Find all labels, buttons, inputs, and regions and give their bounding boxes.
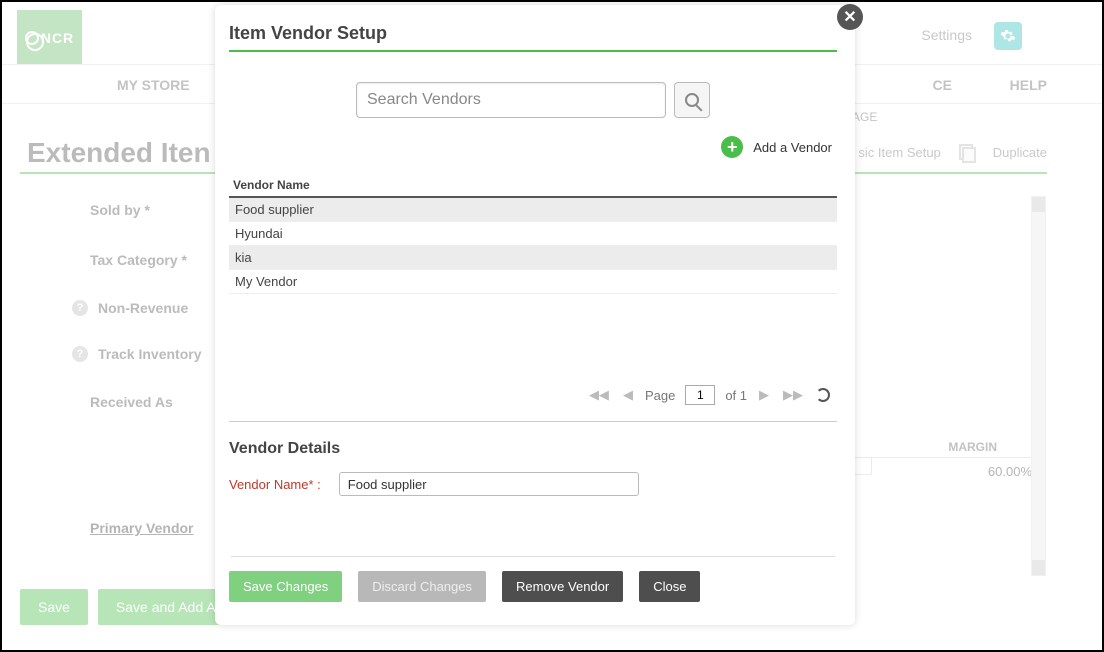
primary-vendor-link[interactable]: Primary Vendor bbox=[90, 520, 194, 536]
modal-separator bbox=[231, 556, 835, 557]
duplicate-link[interactable]: Duplicate bbox=[993, 145, 1047, 160]
close-button[interactable]: Close bbox=[639, 571, 700, 602]
basic-item-setup-link[interactable]: sic Item Setup bbox=[858, 145, 940, 160]
save-button[interactable]: Save bbox=[20, 589, 88, 625]
search-button[interactable] bbox=[674, 82, 710, 118]
gear-icon[interactable] bbox=[994, 22, 1022, 50]
nav-my-store[interactable]: MY STORE bbox=[117, 77, 190, 93]
page-title: Extended Iten bbox=[27, 137, 211, 169]
nav-help[interactable]: HELP bbox=[1010, 77, 1047, 93]
page-label: Page bbox=[645, 388, 675, 403]
page-first-icon[interactable]: ◀◀ bbox=[587, 387, 611, 403]
settings-link[interactable]: Settings bbox=[921, 27, 972, 43]
help-icon[interactable]: ? bbox=[72, 300, 88, 316]
vendor-details-title: Vendor Details bbox=[229, 440, 837, 458]
close-icon[interactable]: ✕ bbox=[837, 4, 863, 30]
vendor-name-label: Vendor Name* : bbox=[229, 477, 321, 492]
scroll-up[interactable] bbox=[1032, 197, 1045, 212]
search-icon bbox=[685, 93, 699, 107]
help-icon[interactable]: ? bbox=[72, 346, 88, 362]
remove-vendor-button[interactable]: Remove Vendor bbox=[502, 571, 623, 602]
page-next-icon[interactable]: ▶ bbox=[757, 387, 771, 403]
vendor-row[interactable]: kia bbox=[229, 246, 837, 270]
add-vendor-icon[interactable]: + bbox=[721, 136, 743, 158]
page-last-icon[interactable]: ▶▶ bbox=[781, 387, 805, 403]
brand-logo: NCR bbox=[17, 10, 82, 65]
add-vendor-link[interactable]: Add a Vendor bbox=[753, 140, 832, 155]
scroll-down[interactable] bbox=[1032, 560, 1045, 575]
modal-title: Item Vendor Setup bbox=[229, 23, 837, 44]
label-received-as: Received As bbox=[90, 394, 173, 410]
label-track-inventory: Track Inventory bbox=[98, 346, 202, 362]
modal-title-underline bbox=[229, 50, 837, 52]
vendor-row[interactable]: My Vendor bbox=[229, 270, 837, 294]
label-non-revenue: Non-Revenue bbox=[98, 300, 188, 316]
page-of-label: of 1 bbox=[725, 388, 747, 403]
label-tax-category: Tax Category * bbox=[90, 252, 187, 268]
discard-changes-button[interactable]: Discard Changes bbox=[358, 571, 486, 602]
page-prev-icon[interactable]: ◀ bbox=[621, 387, 635, 403]
duplicate-icon[interactable] bbox=[959, 144, 975, 160]
refresh-icon[interactable] bbox=[815, 387, 831, 403]
item-vendor-setup-modal: ✕ Item Vendor Setup + Add a Vendor Vendo… bbox=[215, 5, 855, 625]
vendor-row[interactable]: Food supplier bbox=[229, 198, 837, 222]
page-number-input[interactable] bbox=[685, 385, 715, 405]
grid-header-vendor-name[interactable]: Vendor Name bbox=[229, 172, 837, 198]
nav-ce[interactable]: CE bbox=[933, 77, 952, 93]
pagination: ◀◀ ◀ Page of 1 ▶ ▶▶ bbox=[229, 369, 837, 422]
sub-tab-age[interactable]: AGE bbox=[852, 110, 877, 124]
scrollbar[interactable] bbox=[1031, 196, 1046, 576]
vendor-row[interactable]: Hyundai bbox=[229, 222, 837, 246]
vendor-name-input[interactable] bbox=[339, 472, 639, 496]
margin-header: MARGIN bbox=[948, 440, 997, 454]
save-changes-button[interactable]: Save Changes bbox=[229, 571, 342, 602]
margin-value: 60.00% bbox=[852, 457, 1032, 479]
search-vendors-input[interactable] bbox=[356, 82, 666, 118]
label-sold-by: Sold by * bbox=[90, 202, 150, 218]
